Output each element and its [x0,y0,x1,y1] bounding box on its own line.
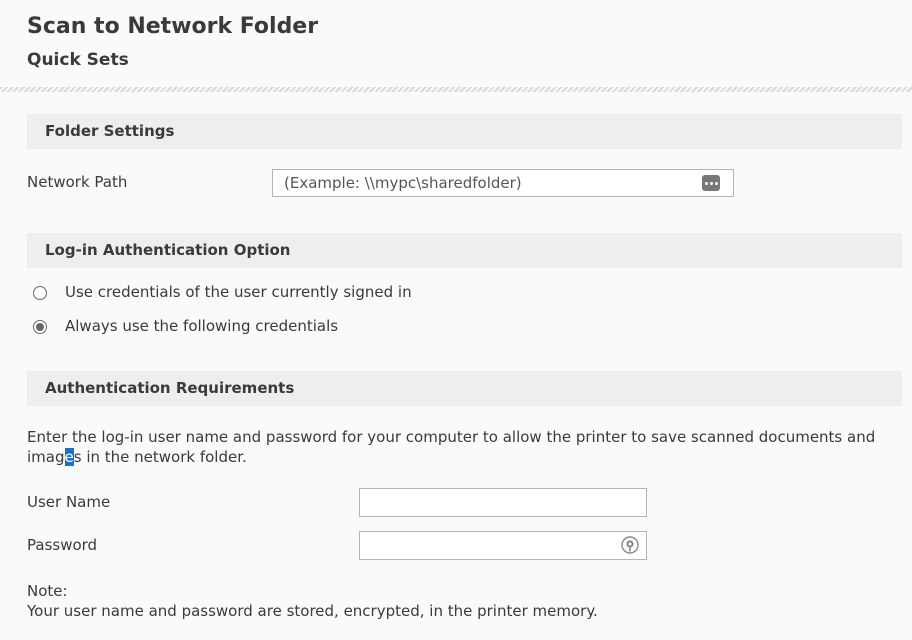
note-text: Your user name and password are stored, … [27,602,598,620]
section-title: Folder Settings [45,122,175,140]
radio-button[interactable] [33,320,47,334]
auth-requirements-section-header: Authentication Requirements [27,371,902,406]
ellipsis-icon[interactable] [702,175,720,191]
network-path-field [272,169,734,197]
section-title: Log-in Authentication Option [45,241,291,259]
radio-label: Always use the following credentials [65,317,339,335]
page-title: Scan to Network Folder [27,14,319,39]
username-field [359,488,647,517]
password-label: Password [27,536,98,554]
username-input[interactable] [360,489,646,516]
radio-label: Use credentials of the user currently si… [65,283,412,301]
folder-settings-section-header: Folder Settings [27,114,902,149]
username-label: User Name [27,493,111,511]
section-title: Authentication Requirements [45,379,295,397]
description-text-end: s in the network folder. [73,448,247,466]
password-input[interactable] [360,532,646,559]
auth-description: Enter the log-in user name and password … [27,427,899,467]
note-title: Note: [27,582,68,600]
header-divider [0,87,912,92]
network-path-label: Network Path [27,173,128,191]
page-subtitle: Quick Sets [27,50,129,70]
radio-button[interactable] [33,286,47,300]
eye-icon[interactable] [621,536,639,554]
network-path-input[interactable] [273,170,733,196]
password-field [359,531,647,560]
selected-text: e [64,448,74,466]
login-auth-section-header: Log-in Authentication Option [27,233,902,268]
